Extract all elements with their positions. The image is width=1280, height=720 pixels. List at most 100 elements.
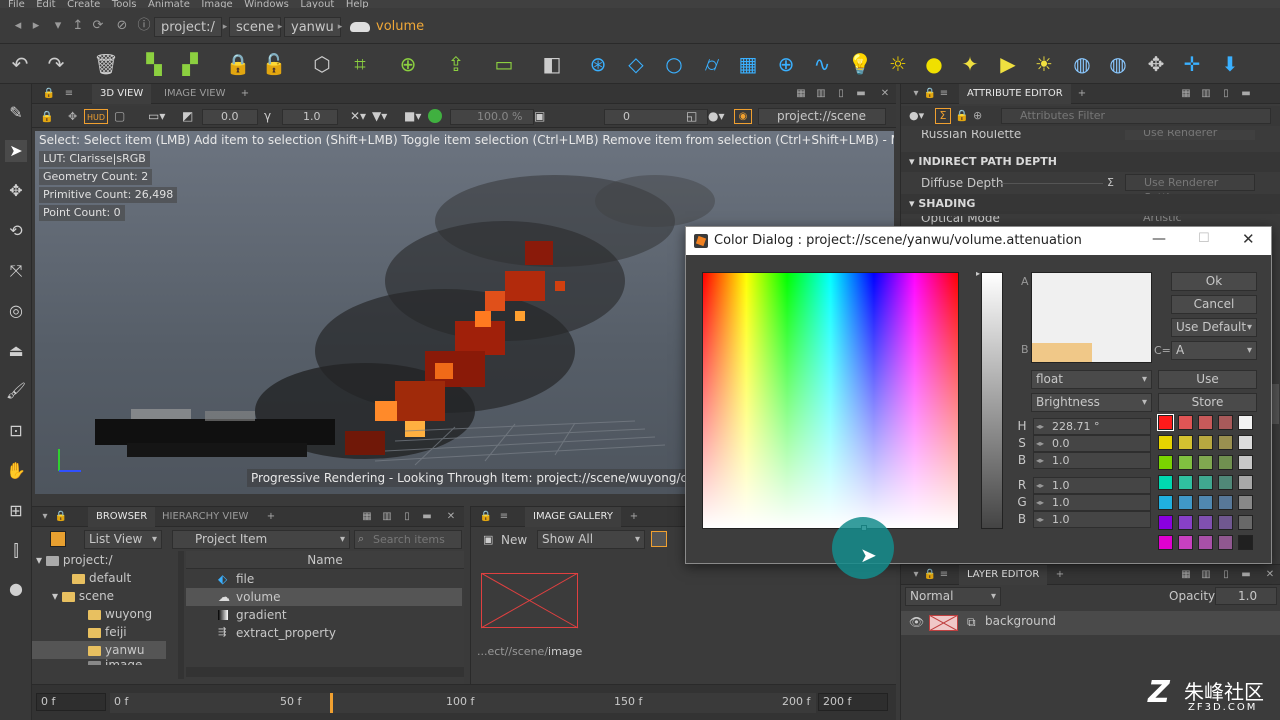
- environment-icon[interactable]: ◍: [1068, 50, 1096, 78]
- panel-lock-icon[interactable]: 🔒: [54, 510, 68, 524]
- move-icon[interactable]: ✥: [5, 180, 27, 202]
- forward-arrow-icon[interactable]: ▸: [28, 18, 44, 34]
- distant-light-icon[interactable]: ☀: [1030, 50, 1058, 78]
- add-tab-icon[interactable]: +: [1075, 87, 1089, 101]
- display-icon[interactable]: ▭▾: [148, 109, 165, 123]
- region-icon[interactable]: ◱: [686, 109, 697, 123]
- color-swatch[interactable]: [1218, 495, 1233, 510]
- breadcrumb-volume[interactable]: volume: [370, 17, 431, 37]
- select-arrow-icon[interactable]: ➤: [5, 140, 27, 162]
- maximize-icon[interactable]: ▬: [854, 87, 868, 101]
- color-swatch[interactable]: [1238, 415, 1253, 430]
- saturation-field[interactable]: 0.0: [1033, 435, 1151, 452]
- scale-icon[interactable]: ⤧: [5, 260, 27, 282]
- tree-item-wuyong[interactable]: wuyong: [88, 605, 152, 623]
- brightness-slider[interactable]: [981, 272, 1003, 529]
- gallery-view-toggle-icon[interactable]: [651, 531, 667, 547]
- opacity-field[interactable]: 1.0: [1215, 587, 1277, 605]
- script-icon[interactable]: ▭: [490, 50, 518, 78]
- color-swatch[interactable]: [1178, 515, 1193, 530]
- move-view-icon[interactable]: ✥: [68, 110, 77, 123]
- brush-icon[interactable]: 🖌: [5, 380, 27, 402]
- eye-toggle-icon[interactable]: ◉: [734, 109, 752, 124]
- attr-russian-roulette[interactable]: Russian Roulette Σ Use Renderer Settings: [901, 130, 1280, 142]
- field-b[interactable]: 1.0: [282, 109, 338, 125]
- attribute-scrollbar[interactable]: [1271, 384, 1279, 424]
- hand-icon[interactable]: ✋: [5, 460, 27, 482]
- stop-icon[interactable]: ⊘: [114, 18, 130, 34]
- grid-icon[interactable]: ▦: [734, 50, 762, 78]
- layout-grid-icon[interactable]: ▦: [1179, 568, 1193, 582]
- comment-icon[interactable]: ●▾: [909, 109, 924, 122]
- scatter-icon[interactable]: ✥: [1142, 50, 1170, 78]
- breadcrumb-project[interactable]: project:/: [154, 17, 222, 37]
- snapshot-icon[interactable]: ▣: [534, 109, 545, 123]
- tree-item-yanwu[interactable]: yanwu: [32, 641, 166, 659]
- tree-scrollbar[interactable]: [178, 551, 184, 679]
- camera-path-select[interactable]: project://scene: [758, 108, 886, 125]
- nodes-icon[interactable]: ◧: [538, 50, 566, 78]
- color-swatch[interactable]: [1178, 475, 1193, 490]
- view-mode-select[interactable]: List View: [84, 530, 162, 549]
- curve-icon[interactable]: ∿: [808, 50, 836, 78]
- stamp-icon[interactable]: ⏏: [5, 340, 27, 362]
- lock-icon[interactable]: 🔒: [955, 109, 969, 122]
- gamma-icon[interactable]: γ: [264, 109, 271, 123]
- cross-icon[interactable]: ✕▾: [350, 109, 366, 123]
- color-swatch[interactable]: [1178, 455, 1193, 470]
- sky-icon[interactable]: ◍: [1104, 50, 1132, 78]
- sun-light-icon[interactable]: ☼: [884, 50, 912, 78]
- blue-field[interactable]: 1.0: [1033, 511, 1151, 528]
- maximize-icon[interactable]: ▬: [1239, 568, 1253, 582]
- tree-item-project[interactable]: ▾ project:/: [36, 551, 113, 569]
- color-dialog-titlebar[interactable]: Color Dialog : project://scene/yanwu/vol…: [686, 227, 1271, 255]
- add-tab-icon[interactable]: +: [627, 510, 641, 524]
- breadcrumb-separator-icon[interactable]: ▸: [334, 17, 346, 37]
- tab-image-gallery[interactable]: IMAGE GALLERY: [525, 507, 621, 527]
- color-swatch[interactable]: [1198, 535, 1213, 550]
- blend-mode-select[interactable]: Normal: [905, 587, 1001, 606]
- color-swatch[interactable]: [1198, 455, 1213, 470]
- sphere-icon[interactable]: ○: [660, 50, 688, 78]
- color-swatch[interactable]: [1178, 535, 1193, 550]
- end-frame-field[interactable]: 200 f: [818, 693, 888, 711]
- refresh-icon[interactable]: ⟳: [90, 18, 106, 34]
- filter-icon[interactable]: ▼▾: [372, 109, 387, 123]
- maximize-icon[interactable]: ▬: [1239, 87, 1253, 101]
- unlock-icon[interactable]: 🔓: [260, 50, 288, 78]
- image-thumbnail[interactable]: [481, 573, 579, 629]
- tree-item-scene[interactable]: ▾ scene: [52, 587, 114, 605]
- close-icon[interactable]: ✕: [1242, 230, 1255, 248]
- panel-menu-icon[interactable]: ▾: [909, 568, 923, 582]
- shading-icon[interactable]: ◩: [182, 109, 193, 123]
- color-swatch[interactable]: [1198, 415, 1213, 430]
- color-swatch[interactable]: [1158, 435, 1173, 450]
- layout-split-icon[interactable]: ▥: [1199, 87, 1213, 101]
- spot-light-icon[interactable]: ✦: [956, 50, 984, 78]
- list-scrollbar[interactable]: [186, 667, 464, 677]
- layer-row-background[interactable]: 👁 ⧉ background: [901, 611, 1280, 635]
- channel-select[interactable]: A: [1171, 341, 1257, 360]
- maximize-icon[interactable]: ▬: [420, 510, 434, 524]
- project-view-icon[interactable]: [50, 531, 66, 547]
- zoom-field[interactable]: 100.0 %: [450, 109, 534, 125]
- color-swatch[interactable]: [1198, 495, 1213, 510]
- panel-lock-icon[interactable]: 🔒: [923, 87, 937, 101]
- layout-column-icon[interactable]: ▯: [1219, 87, 1233, 101]
- lock-icon[interactable]: 🔒: [224, 50, 252, 78]
- parent-folder-icon[interactable]: ↥: [70, 18, 86, 34]
- sphere-tool-icon[interactable]: ●: [5, 578, 27, 600]
- rotate-icon[interactable]: ⟲: [5, 220, 27, 242]
- red-field[interactable]: 1.0: [1033, 477, 1151, 494]
- color-swatch[interactable]: [1198, 475, 1213, 490]
- cube-icon[interactable]: ◇: [622, 50, 650, 78]
- info-icon[interactable]: ⓘ: [136, 18, 152, 34]
- tree-item-feiji[interactable]: feiji: [88, 623, 127, 641]
- start-frame-field[interactable]: 0 f: [36, 693, 106, 711]
- sigma-icon[interactable]: Σ: [1107, 172, 1114, 194]
- list-item-file[interactable]: ⬖ file: [186, 570, 462, 588]
- panel-menu-icon[interactable]: ▾: [38, 510, 52, 524]
- list-item-volume[interactable]: ☁ volume: [186, 588, 462, 606]
- color-swatch[interactable]: [1178, 435, 1193, 450]
- new-image-button[interactable]: ▣ New: [481, 531, 527, 549]
